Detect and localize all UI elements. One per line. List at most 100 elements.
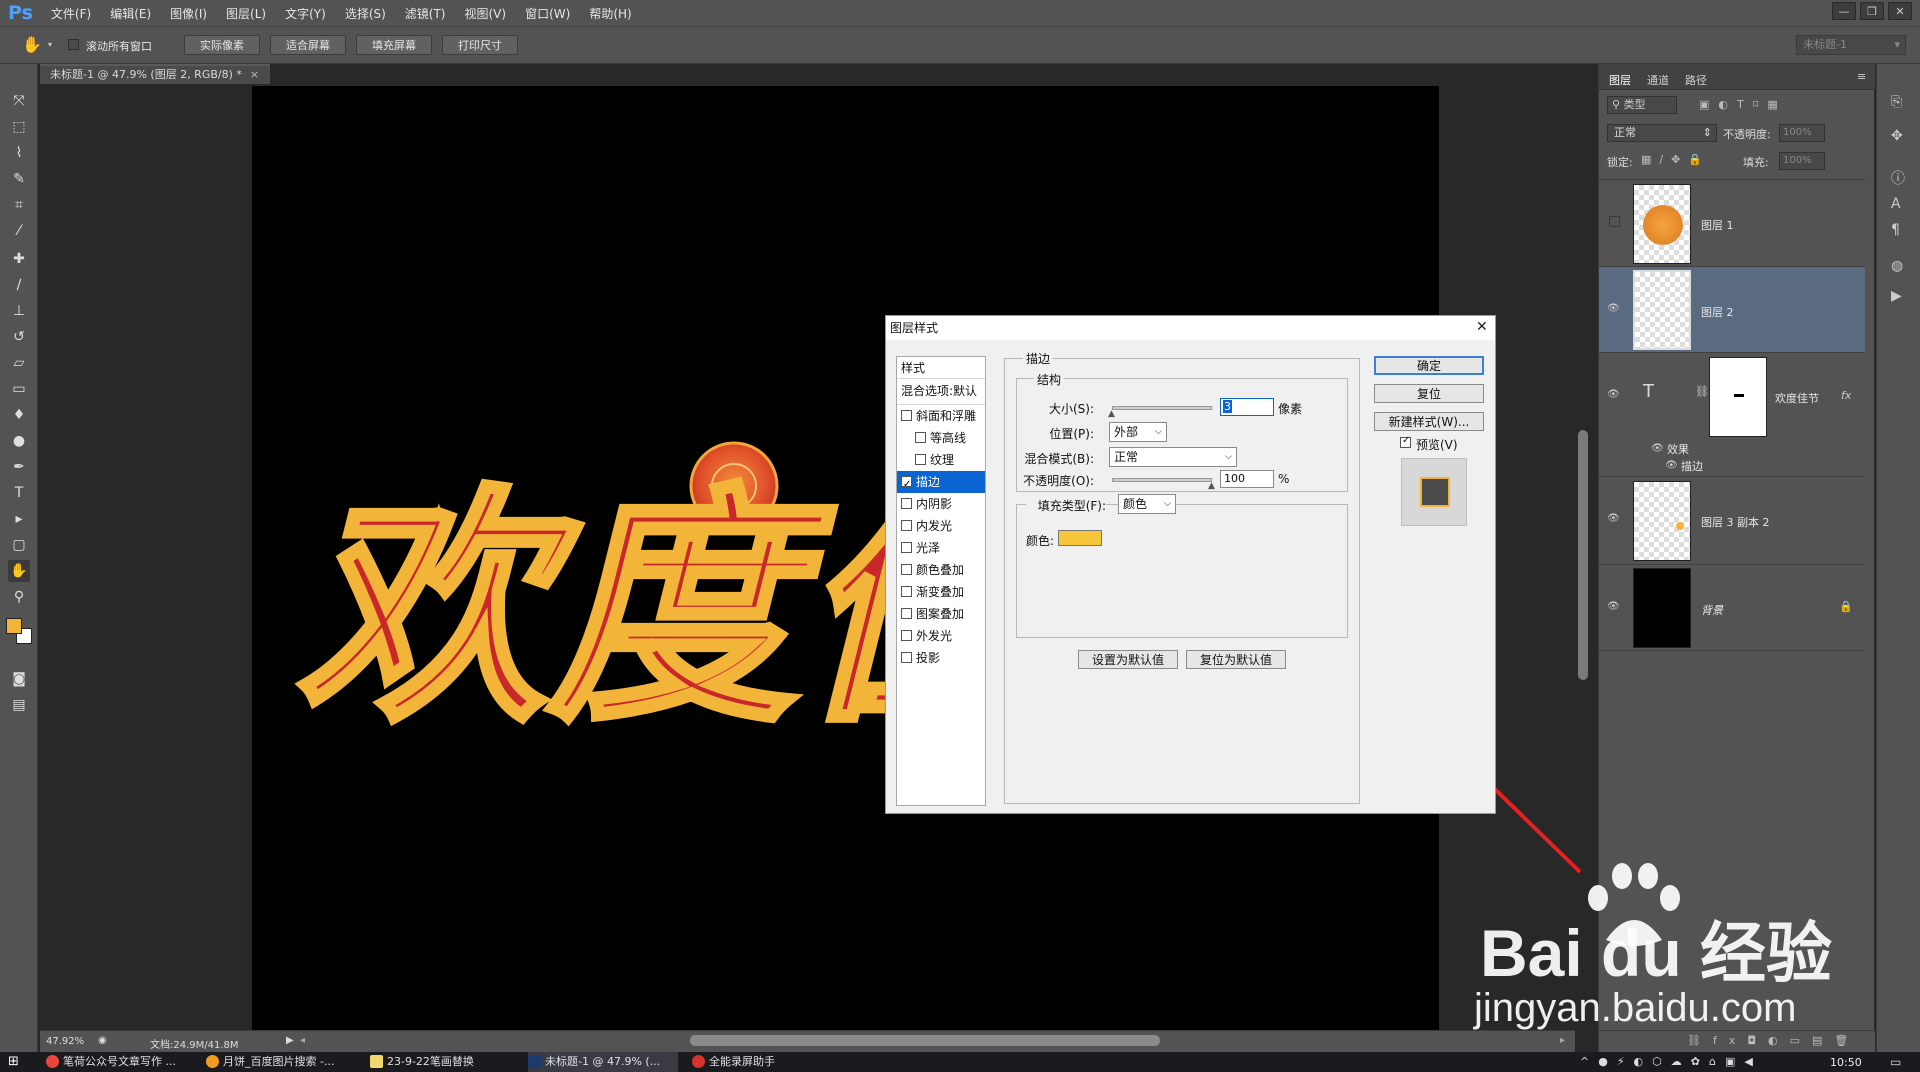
style-checkbox[interactable]: [901, 410, 912, 421]
fill-type-select[interactable]: 颜色 ⌵: [1118, 494, 1176, 514]
zoom-level[interactable]: 47.92%: [46, 1036, 84, 1047]
history-panel-icon[interactable]: ⎘: [1891, 94, 1902, 110]
style-item[interactable]: 投影: [897, 647, 985, 669]
info-panel-icon[interactable]: ⓘ: [1891, 168, 1905, 188]
opacity-slider-thumb[interactable]: ▲: [1208, 481, 1215, 491]
gradient-tool-icon[interactable]: ▭: [8, 378, 30, 400]
layer-name[interactable]: 欢度佳节: [1775, 390, 1819, 406]
tab-channels[interactable]: 通道: [1647, 72, 1669, 88]
style-checkbox[interactable]: [901, 608, 912, 619]
system-tray-icons[interactable]: ^●⚡◐⬡☁✿⌂▣◀: [1580, 1055, 1762, 1068]
tool-preset-chevron-icon[interactable]: ▾: [48, 40, 52, 49]
foreground-color-swatch[interactable]: [6, 618, 22, 634]
tab-layers[interactable]: 图层: [1609, 72, 1631, 88]
panel-menu-icon[interactable]: ≡: [1857, 70, 1866, 83]
blend-mode-dialog-select[interactable]: 正常 ⌵: [1109, 447, 1237, 467]
filter-icons[interactable]: ▣◐T⌑▦: [1699, 98, 1787, 111]
menu-type[interactable]: 文字(Y): [285, 5, 326, 22]
taskbar-item[interactable]: 月饼_百度图片搜索 -...: [206, 1052, 356, 1072]
layer-name[interactable]: 图层 2: [1701, 304, 1734, 320]
style-item[interactable]: 光泽: [897, 537, 985, 559]
eye-icon[interactable]: 👁: [1607, 601, 1621, 612]
history-brush-tool-icon[interactable]: ↺: [8, 326, 30, 348]
document-tab[interactable]: 未标题-1 @ 47.9% (图层 2, RGB/8) * ×: [40, 64, 270, 84]
restore-button[interactable]: ❐: [1860, 2, 1884, 20]
blur-tool-icon[interactable]: ♦: [8, 404, 30, 426]
menu-select[interactable]: 选择(S): [345, 5, 386, 22]
style-item[interactable]: 内阴影: [897, 493, 985, 515]
stroke-color-swatch[interactable]: [1058, 530, 1102, 546]
menu-help[interactable]: 帮助(H): [589, 5, 631, 22]
eye-icon[interactable]: 👁: [1607, 389, 1621, 400]
style-checkbox[interactable]: [901, 520, 912, 531]
zoom-tool-icon[interactable]: ⚲: [8, 586, 30, 608]
eye-icon[interactable]: 👁: [1607, 303, 1621, 314]
type-tool-icon[interactable]: T: [8, 482, 30, 504]
layer-row-selected[interactable]: 👁 图层 2: [1599, 267, 1865, 353]
actual-pixels-button[interactable]: 实际像素: [184, 35, 260, 55]
eye-icon[interactable]: 👁: [1651, 443, 1665, 454]
scroll-left-icon[interactable]: ◂: [300, 1035, 305, 1046]
style-item[interactable]: 内发光: [897, 515, 985, 537]
fill-screen-button[interactable]: 填充屏幕: [356, 35, 432, 55]
layer-filter-select[interactable]: ⚲ 类型: [1607, 96, 1677, 114]
paragraph-panel-icon[interactable]: ¶: [1891, 222, 1900, 238]
kuler-icon[interactable]: ◍: [1891, 258, 1903, 274]
workspace-select[interactable]: 未标题-1 ▾: [1796, 35, 1906, 55]
move-tool-icon[interactable]: ⤧: [8, 90, 30, 112]
hand-tool-active-icon[interactable]: ✋: [8, 560, 30, 582]
color-swatches[interactable]: [4, 616, 36, 652]
character-panel-icon[interactable]: A: [1891, 196, 1901, 212]
actions-play-icon[interactable]: ▶: [1891, 288, 1902, 304]
set-default-button[interactable]: 设置为默认值: [1078, 650, 1178, 669]
blend-options-item[interactable]: 混合选项:默认: [897, 379, 985, 405]
fit-screen-button[interactable]: 适合屏幕: [270, 35, 346, 55]
close-window-button[interactable]: ✕: [1888, 2, 1912, 20]
layer-row[interactable]: 图层 1: [1599, 180, 1865, 267]
brush-tool-icon[interactable]: ∕: [8, 274, 30, 296]
horizontal-scrollbar[interactable]: [690, 1035, 1160, 1046]
layer-name[interactable]: 图层 3 副本 2: [1701, 514, 1770, 530]
shape-tool-icon[interactable]: ▢: [8, 534, 30, 556]
menu-view[interactable]: 视图(V): [465, 5, 507, 22]
close-tab-icon[interactable]: ×: [250, 68, 259, 81]
blend-mode-select[interactable]: 正常 ⇕: [1607, 124, 1717, 142]
styles-header[interactable]: 样式: [897, 357, 985, 379]
layer-row[interactable]: 👁 图层 3 副本 2: [1599, 477, 1865, 565]
style-checkbox[interactable]: [901, 652, 912, 663]
lasso-tool-icon[interactable]: ⌇: [8, 142, 30, 164]
style-item[interactable]: 颜色叠加: [897, 559, 985, 581]
link-icon[interactable]: ⛓: [1695, 385, 1709, 398]
visibility-toggle[interactable]: [1609, 216, 1620, 227]
crop-tool-icon[interactable]: ⌗: [8, 194, 30, 216]
hand-tool-icon[interactable]: ✋: [22, 35, 42, 54]
taskbar-item-active[interactable]: 未标题-1 @ 47.9% (...: [528, 1052, 678, 1072]
layer-name[interactable]: 图层 1: [1701, 217, 1734, 233]
style-item[interactable]: 纹理: [897, 449, 985, 471]
taskbar-item[interactable]: 23-9-22笔画替换: [370, 1052, 520, 1072]
reset-default-button[interactable]: 复位为默认值: [1186, 650, 1286, 669]
marquee-tool-icon[interactable]: ⬚: [8, 116, 30, 138]
menu-image[interactable]: 图像(I): [170, 5, 207, 22]
print-size-button[interactable]: 打印尺寸: [442, 35, 518, 55]
opacity-slider[interactable]: [1112, 478, 1212, 482]
menu-file[interactable]: 文件(F): [51, 5, 91, 22]
style-checkbox[interactable]: [901, 630, 912, 641]
menu-window[interactable]: 窗口(W): [525, 5, 570, 22]
dodge-tool-icon[interactable]: ●: [8, 430, 30, 452]
tab-paths[interactable]: 路径: [1685, 72, 1707, 88]
style-item[interactable]: 外发光: [897, 625, 985, 647]
style-item[interactable]: 渐变叠加: [897, 581, 985, 603]
style-item[interactable]: 图案叠加: [897, 603, 985, 625]
dialog-close-icon[interactable]: ✕: [1476, 319, 1488, 335]
lock-icons[interactable]: ▦∕✥🔒: [1641, 153, 1710, 166]
tool-presets-icon[interactable]: ✥: [1891, 128, 1903, 144]
new-style-button[interactable]: 新建样式(W)...: [1374, 412, 1484, 431]
style-item-stroke-selected[interactable]: ✓ 描边: [897, 471, 985, 493]
style-checkbox-checked[interactable]: ✓: [901, 476, 912, 490]
fx-icon[interactable]: fx: [1841, 389, 1851, 402]
style-checkbox[interactable]: [915, 432, 926, 443]
opacity-input[interactable]: 100%: [1779, 124, 1825, 142]
taskbar-item[interactable]: 全能录屏助手: [692, 1052, 842, 1072]
fill-input[interactable]: 100%: [1779, 152, 1825, 170]
